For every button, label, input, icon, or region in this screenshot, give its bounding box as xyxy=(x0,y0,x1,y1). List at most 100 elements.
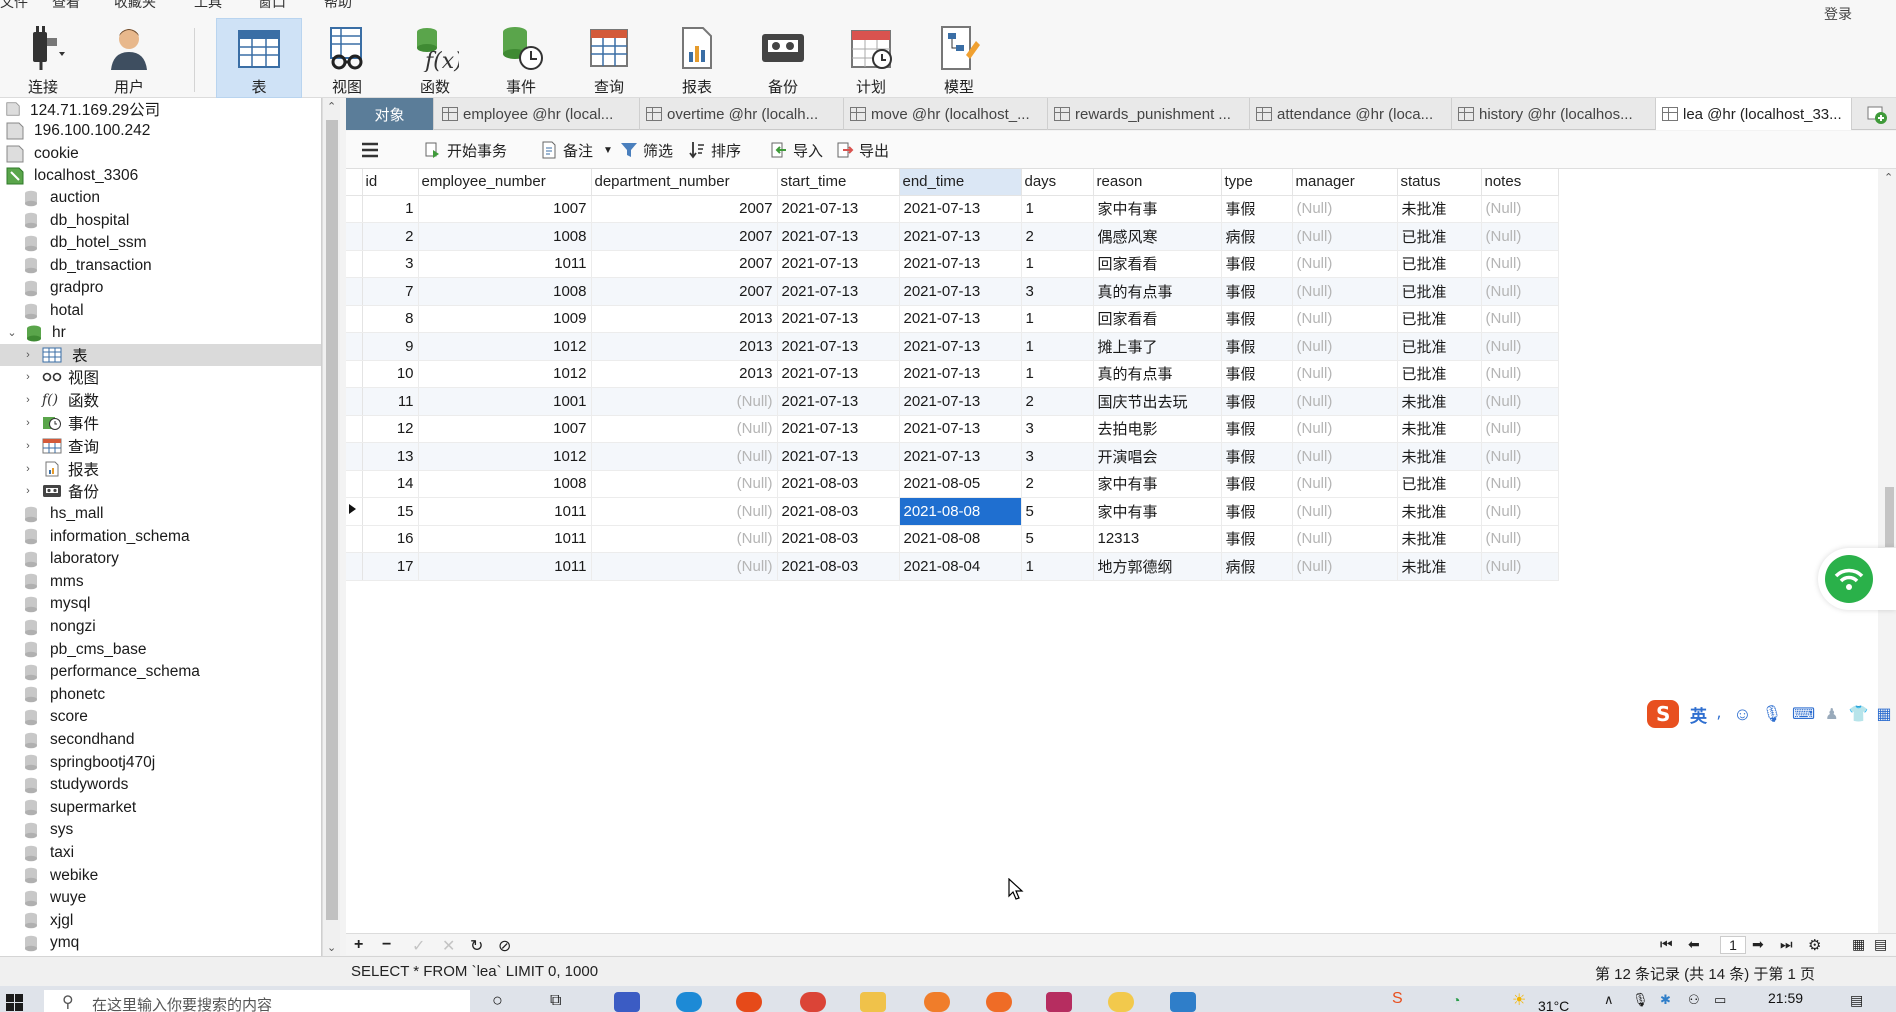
column-header[interactable]: type xyxy=(1221,169,1293,196)
table-cell[interactable]: 2021-08-03 xyxy=(777,552,900,581)
tab-move[interactable]: move @hr (localhost_... xyxy=(844,98,1048,130)
tree-scrollbar[interactable]: ⌃ ⌄ xyxy=(322,98,340,956)
table-cell[interactable]: (Null) xyxy=(1292,222,1398,251)
table-cell[interactable]: 7 xyxy=(362,277,419,306)
row-indicator[interactable] xyxy=(346,442,363,471)
table-cell[interactable]: 17 xyxy=(362,552,419,581)
taskbar-search-input[interactable]: ⚲ 在这里输入你要搜索的内容 xyxy=(44,990,470,1012)
table-cell[interactable]: (Null) xyxy=(1481,497,1559,526)
sogou-ime-icon[interactable]: S xyxy=(1646,699,1680,729)
user-icon[interactable]: ♟ xyxy=(1825,705,1838,723)
tab-lea[interactable]: lea @hr (localhost_33... xyxy=(1656,98,1852,130)
table-cell[interactable]: (Null) xyxy=(1292,305,1398,333)
filter-button[interactable]: 筛选 xyxy=(620,139,673,161)
tab-attendance[interactable]: attendance @hr (loca... xyxy=(1250,98,1452,130)
chevron-right-icon[interactable]: › xyxy=(22,349,34,361)
row-indicator[interactable] xyxy=(346,470,363,498)
table-cell[interactable]: 5 xyxy=(1021,525,1094,553)
chevron-up-icon[interactable]: ∧ xyxy=(1604,992,1614,1008)
discard-icon[interactable]: ✕ xyxy=(442,936,455,956)
table-cell[interactable]: 家中有事 xyxy=(1093,470,1222,498)
column-header[interactable]: manager xyxy=(1292,169,1398,196)
table-cell[interactable]: (Null) xyxy=(1481,470,1559,498)
table-cell[interactable]: (Null) xyxy=(1292,250,1398,278)
scroll-up-icon[interactable]: ⌃ xyxy=(327,100,336,113)
row-indicator[interactable] xyxy=(346,277,363,306)
table-cell[interactable]: 未批准 xyxy=(1397,552,1482,581)
column-header[interactable]: start_time xyxy=(777,169,900,196)
table-cell[interactable]: 已批准 xyxy=(1397,277,1482,306)
table-row[interactable]: 1 1007 2007 2021-07-13 2021-07-13 1 家中有事 事假 (Nul… xyxy=(346,195,1559,223)
table-cell[interactable]: 16 xyxy=(362,525,419,553)
tree-db-item[interactable]: hs_mall xyxy=(24,503,103,525)
table-cell[interactable]: 12 xyxy=(362,415,419,443)
table-cell[interactable]: 事假 xyxy=(1221,195,1293,223)
table-cell[interactable]: (Null) xyxy=(1481,415,1559,443)
table-cell[interactable]: 未批准 xyxy=(1397,387,1482,416)
emoji-icon[interactable]: ☺ xyxy=(1733,704,1751,725)
table-cell[interactable]: 1011 xyxy=(418,497,592,526)
table-cell[interactable]: 2013 xyxy=(591,305,778,333)
tree-db-item[interactable]: mysql xyxy=(24,593,90,615)
prev-page-icon[interactable]: ⬅ xyxy=(1688,936,1700,953)
apply-icon[interactable]: ✓ xyxy=(412,936,425,956)
table-cell[interactable]: 回家看看 xyxy=(1093,250,1222,278)
table-cell[interactable]: 已批准 xyxy=(1397,332,1482,361)
tree-db-item[interactable]: mms xyxy=(24,571,84,593)
menu-window[interactable]: 窗口 xyxy=(258,0,286,10)
tree-db-item[interactable]: xjgl xyxy=(24,910,73,932)
table-cell[interactable]: (Null) xyxy=(1292,387,1398,416)
grid-view-icon[interactable]: ▦ xyxy=(1852,936,1865,953)
table-cell[interactable]: 2021-08-05 xyxy=(899,470,1022,498)
table-cell[interactable]: 未批准 xyxy=(1397,415,1482,443)
row-indicator[interactable] xyxy=(346,332,363,361)
skin-icon[interactable]: 👕 xyxy=(1849,704,1869,724)
table-row[interactable]: 17 1011 (Null) 2021-08-03 2021-08-04 1 地方郭德纲 病假… xyxy=(346,552,1559,581)
table-cell[interactable]: (Null) xyxy=(1481,360,1559,388)
table-cell[interactable]: 1 xyxy=(1021,552,1094,581)
table-cell[interactable]: 2021-07-13 xyxy=(899,305,1022,333)
table-cell[interactable]: (Null) xyxy=(1292,360,1398,388)
tree-db-item[interactable]: supermarket xyxy=(24,797,136,819)
table-cell[interactable]: (Null) xyxy=(1481,442,1559,471)
tree-hr-views[interactable]: › 视图 xyxy=(22,366,99,388)
import-button[interactable]: 导入 xyxy=(770,139,823,161)
sort-button[interactable]: 排序 xyxy=(688,139,741,161)
table-row[interactable]: 12 1007 (Null) 2021-07-13 2021-07-13 3 去拍电影 事假(… xyxy=(346,415,1559,443)
tree-db-item[interactable]: db_transaction xyxy=(24,255,152,277)
table-cell[interactable]: (Null) xyxy=(1481,195,1559,223)
bluetooth-icon[interactable]: ✱ xyxy=(1660,992,1671,1008)
chevron-right-icon[interactable]: › xyxy=(22,440,34,452)
table-cell[interactable]: 未批准 xyxy=(1397,442,1482,471)
table-cell[interactable]: 1011 xyxy=(418,552,592,581)
stop-icon[interactable]: ⊘ xyxy=(498,936,511,956)
table-cell[interactable]: 10 xyxy=(362,360,419,388)
last-page-icon[interactable]: ⏭ xyxy=(1780,936,1793,953)
table-cell[interactable]: 1007 xyxy=(418,415,592,443)
table-cell[interactable]: 2021-07-13 xyxy=(899,222,1022,251)
chevron-right-icon[interactable]: › xyxy=(22,417,34,429)
note-button[interactable]: 备注 ▼ xyxy=(540,139,613,161)
table-cell[interactable]: 2021-07-13 xyxy=(777,415,900,443)
table-cell[interactable]: 2021-07-13 xyxy=(777,442,900,471)
table-cell[interactable]: 2021-07-13 xyxy=(777,360,900,388)
table-cell[interactable]: 偶感风寒 xyxy=(1093,222,1222,251)
table-row[interactable]: 11 1001 (Null) 2021-07-13 2021-07-13 2 国庆节出去玩事… xyxy=(346,387,1559,416)
tree-db-item[interactable]: score xyxy=(24,706,88,728)
punctuation-icon[interactable]: ⸴ xyxy=(1717,703,1721,725)
table-cell[interactable]: (Null) xyxy=(1292,552,1398,581)
table-cell[interactable]: 家中有事 xyxy=(1093,497,1222,526)
table-cell[interactable]: 2021-07-13 xyxy=(777,332,900,361)
table-row[interactable]: 13 1012 (Null) 2021-07-13 2021-07-13 3 开演唱会 事假(… xyxy=(346,442,1559,471)
table-cell[interactable]: 1011 xyxy=(418,250,592,278)
table-cell[interactable]: 8 xyxy=(362,305,419,333)
table-cell[interactable]: (Null) xyxy=(1481,277,1559,306)
row-indicator[interactable] xyxy=(346,415,363,443)
table-cell[interactable]: 事假 xyxy=(1221,525,1293,553)
table-cell[interactable]: (Null) xyxy=(1292,415,1398,443)
table-row[interactable]: 10 1012 2013 2021-07-13 2021-07-13 1 真的有点事 事假 (N… xyxy=(346,360,1559,388)
table-cell[interactable]: 1 xyxy=(1021,360,1094,388)
chevron-right-icon[interactable]: › xyxy=(22,394,34,406)
tree-hr-tables[interactable]: › 表 xyxy=(0,344,321,366)
table-cell[interactable]: (Null) xyxy=(591,442,778,471)
